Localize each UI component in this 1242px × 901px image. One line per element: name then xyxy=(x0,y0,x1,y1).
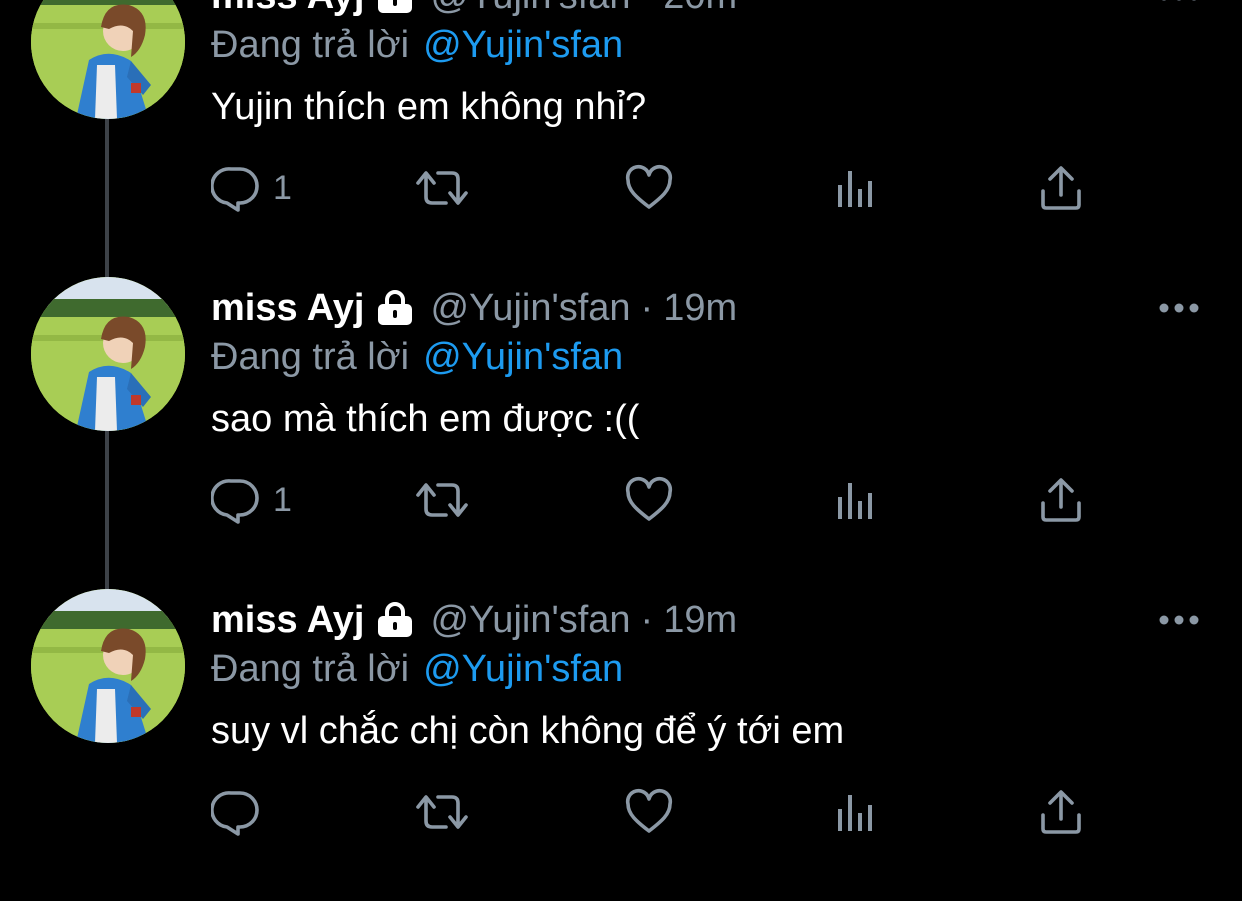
heart-icon xyxy=(624,475,674,525)
more-options-icon[interactable] xyxy=(1158,0,1200,3)
avatar[interactable] xyxy=(31,0,185,119)
analytics-button[interactable] xyxy=(834,787,878,837)
timestamp[interactable]: 20m xyxy=(663,0,737,18)
analytics-button[interactable] xyxy=(834,163,878,213)
retweet-icon xyxy=(414,787,470,837)
replying-to: Đang trả lời @Yujin'sfan xyxy=(211,23,623,67)
replying-to-label: Đang trả lời xyxy=(211,23,410,66)
tweet-header: miss Ayj @Yujin'sfan · 19m xyxy=(211,597,737,643)
display-name[interactable]: miss Ayj xyxy=(211,599,364,642)
replying-to-label: Đang trả lời xyxy=(211,647,410,690)
separator-dot: · xyxy=(640,598,654,641)
display-name[interactable]: miss Ayj xyxy=(211,0,364,18)
reply-count: 1 xyxy=(273,480,292,519)
lock-icon xyxy=(374,602,416,638)
mention-link[interactable]: @Yujin'sfan xyxy=(423,648,623,691)
more-options-icon[interactable] xyxy=(1158,613,1200,627)
avatar[interactable] xyxy=(31,589,185,743)
tweet-text: Yujin thích em không nhỉ? xyxy=(211,85,647,128)
lock-icon xyxy=(374,0,416,14)
reply-button[interactable] xyxy=(211,787,273,837)
user-handle[interactable]: @Yujin'sfan xyxy=(430,287,630,330)
share-button[interactable] xyxy=(1037,163,1085,213)
replying-to: Đang trả lời @Yujin'sfan xyxy=(211,335,623,379)
reply-icon xyxy=(211,163,261,213)
retweet-button[interactable] xyxy=(414,163,470,213)
avatar[interactable] xyxy=(31,277,185,431)
share-icon xyxy=(1037,787,1085,837)
reply-count: 1 xyxy=(273,168,292,207)
separator-dot: · xyxy=(641,0,654,18)
replying-to-label: Đang trả lời xyxy=(211,335,410,378)
retweet-button[interactable] xyxy=(414,475,470,525)
reply-button[interactable]: 1 xyxy=(211,163,292,213)
share-button[interactable] xyxy=(1037,787,1085,837)
reply-icon xyxy=(211,787,261,837)
share-button[interactable] xyxy=(1037,475,1085,525)
reply-button[interactable]: 1 xyxy=(211,475,292,525)
tweet-header: miss Ayj @Yujin'sfan · 20m xyxy=(211,0,737,19)
user-handle[interactable]: @Yujin'sfan xyxy=(430,599,630,642)
bar-chart-icon xyxy=(834,787,878,837)
retweet-icon xyxy=(414,163,470,213)
tweet-thread: miss Ayj @Yujin'sfan · 20m Đang trả lời … xyxy=(0,0,1242,852)
tweet-text: sao mà thích em được :(( xyxy=(211,397,640,440)
tweet-header: miss Ayj @Yujin'sfan · 19m xyxy=(211,285,737,331)
more-options-icon[interactable] xyxy=(1158,301,1200,315)
user-handle[interactable]: @Yujin'sfan xyxy=(430,0,630,18)
lock-icon xyxy=(374,290,416,326)
like-button[interactable] xyxy=(624,475,674,525)
timestamp[interactable]: 19m xyxy=(663,599,737,642)
timestamp[interactable]: 19m xyxy=(663,287,737,330)
replying-to: Đang trả lời @Yujin'sfan xyxy=(211,647,623,691)
tweet[interactable]: miss Ayj @Yujin'sfan · 20m Đang trả lời … xyxy=(0,0,1242,277)
like-button[interactable] xyxy=(624,163,674,213)
thread-connector-line xyxy=(105,431,109,589)
bar-chart-icon xyxy=(834,475,878,525)
heart-icon xyxy=(624,163,674,213)
separator-dot: · xyxy=(640,286,654,329)
heart-icon xyxy=(624,787,674,837)
tweet-actions: 1 xyxy=(211,475,1111,525)
mention-link[interactable]: @Yujin'sfan xyxy=(423,24,623,67)
bar-chart-icon xyxy=(834,163,878,213)
mention-link[interactable]: @Yujin'sfan xyxy=(423,336,623,379)
tweet[interactable]: miss Ayj @Yujin'sfan · 19m Đang trả lời … xyxy=(0,589,1242,901)
retweet-icon xyxy=(414,475,470,525)
analytics-button[interactable] xyxy=(834,475,878,525)
reply-icon xyxy=(211,475,261,525)
share-icon xyxy=(1037,163,1085,213)
thread-connector-line xyxy=(105,119,109,277)
display-name[interactable]: miss Ayj xyxy=(211,287,364,330)
tweet-actions xyxy=(211,787,1111,837)
like-button[interactable] xyxy=(624,787,674,837)
tweet-actions: 1 xyxy=(211,163,1111,213)
tweet-text: suy vl chắc chị còn không để ý tới em xyxy=(211,709,845,752)
retweet-button[interactable] xyxy=(414,787,470,837)
tweet[interactable]: miss Ayj @Yujin'sfan · 19m Đang trả lời … xyxy=(0,277,1242,589)
share-icon xyxy=(1037,475,1085,525)
